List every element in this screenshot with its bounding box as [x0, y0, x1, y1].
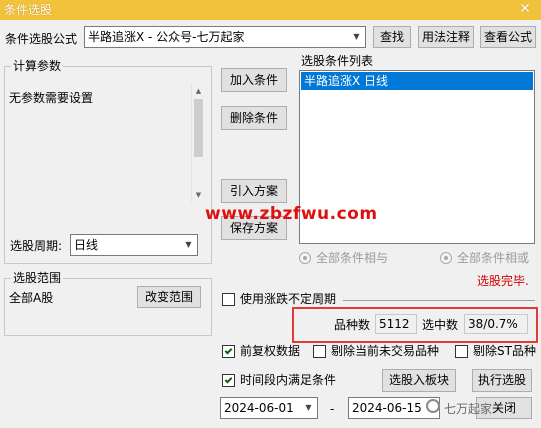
params-group-title: 计算参数	[11, 59, 64, 73]
range-group-title: 选股范围	[11, 271, 64, 285]
params-scrollbar[interactable]: ▲ ▼	[191, 84, 205, 202]
exclude-untraded-checkbox[interactable]	[313, 345, 326, 358]
radio-and-label: 全部条件相与	[316, 251, 389, 265]
title-bar	[0, 0, 541, 20]
period-label: 选股周期:	[10, 239, 63, 253]
params-text: 无参数需要设置	[9, 91, 94, 105]
delete-condition-button[interactable]: 删除条件	[221, 106, 287, 130]
find-button[interactable]: 查找	[373, 26, 411, 48]
scroll-up-icon[interactable]: ▲	[192, 84, 205, 98]
site-watermark: www.zbzfwu.com	[205, 204, 378, 224]
scroll-down-icon[interactable]: ▼	[192, 188, 205, 202]
radio-or[interactable]	[440, 252, 452, 264]
period-select[interactable]: 日线 ▼	[70, 234, 198, 256]
selected-value: 38/0.7%	[464, 314, 528, 334]
date-separator: -	[330, 402, 335, 416]
selected-label: 选中数	[422, 318, 459, 332]
radio-or-label: 全部条件相或	[457, 251, 530, 265]
count-label: 品种数	[334, 318, 371, 332]
add-condition-button[interactable]: 加入条件	[221, 68, 287, 92]
exclude-untraded-label: 剔除当前未交易品种	[331, 344, 440, 358]
adj-data-label: 前复权数据	[240, 344, 301, 358]
import-plan-button[interactable]: 引入方案	[221, 179, 287, 203]
date-from-value: 2024-06-01	[224, 401, 294, 415]
window-title: 条件选股	[4, 3, 53, 17]
count-value: 5112	[375, 314, 417, 334]
formula-value: 半路追涨X - 公众号-七万起家	[88, 30, 245, 44]
change-range-button[interactable]: 改变范围	[137, 286, 201, 308]
chevron-down-icon[interactable]: ▼	[300, 398, 317, 418]
formula-select[interactable]: 半路追涨X - 公众号-七万起家 ▼	[84, 26, 366, 48]
chevron-down-icon[interactable]: ▼	[348, 27, 365, 47]
range-value: 全部A股	[9, 291, 54, 305]
conditions-title: 选股条件列表	[301, 54, 374, 68]
chevron-down-icon[interactable]: ▼	[180, 235, 197, 255]
adj-data-checkbox[interactable]	[222, 345, 235, 358]
date-to-value: 2024-06-15	[352, 401, 422, 415]
run-selection-button[interactable]: 执行选股	[472, 369, 532, 392]
time-range-label: 时间段内满足条件	[240, 373, 337, 387]
date-from-input[interactable]: 2024-06-01 ▼	[220, 397, 318, 419]
brand-logo-icon	[426, 399, 440, 413]
divider	[343, 300, 535, 301]
close-icon[interactable]: ✕	[517, 0, 533, 20]
status-text: 选股完毕.	[477, 274, 529, 288]
use-period-checkbox[interactable]	[222, 293, 235, 306]
use-period-label: 使用涨跌不定周期	[240, 292, 337, 306]
usage-notes-button[interactable]: 用法注释	[418, 26, 474, 48]
formula-label: 条件选股公式	[5, 32, 78, 46]
exclude-st-checkbox[interactable]	[455, 345, 468, 358]
exclude-st-label: 剔除ST品种	[473, 344, 536, 358]
time-range-checkbox[interactable]	[222, 374, 235, 387]
view-formula-button[interactable]: 查看公式	[480, 26, 536, 48]
scroll-thumb[interactable]	[194, 99, 203, 157]
condition-item[interactable]: 半路追涨X 日线	[301, 72, 533, 90]
period-value: 日线	[74, 238, 99, 252]
add-to-block-button[interactable]: 选股入板块	[382, 369, 456, 392]
radio-and[interactable]	[299, 252, 311, 264]
brand-watermark: 七万起家	[444, 402, 493, 416]
